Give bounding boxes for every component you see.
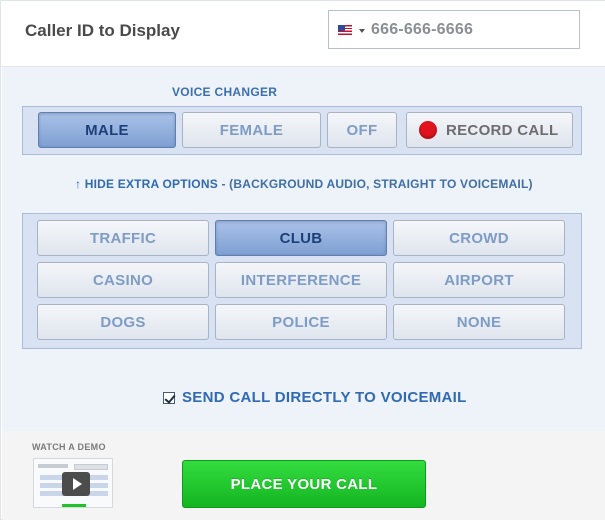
options-panel: VOICE CHANGER MALE FEMALE OFF RECORD CAL…: [2, 67, 605, 431]
background-audio-group: TRAFFIC CLUB CROWD CASINO INTERFERENCE A…: [22, 213, 582, 349]
record-dot-icon: [419, 121, 437, 139]
voice-changer-title: VOICE CHANGER: [172, 85, 278, 99]
voicemail-option[interactable]: SEND CALL DIRECTLY TO VOICEMAIL: [163, 389, 467, 406]
bg-club-button[interactable]: CLUB: [215, 220, 387, 256]
demo-video-thumbnail[interactable]: [33, 458, 113, 508]
footer-area: WATCH A DEMO PLACE YOUR CALL: [2, 431, 605, 520]
extra-options-row: ↑ HIDE EXTRA OPTIONS - (BACKGROUND AUDIO…: [75, 177, 533, 191]
us-flag-icon[interactable]: [338, 25, 352, 35]
play-icon[interactable]: [62, 472, 90, 496]
caller-id-row: Caller ID to Display 666-666-6666: [1, 1, 605, 67]
bg-police-button[interactable]: POLICE: [215, 304, 387, 340]
caller-id-label: Caller ID to Display: [25, 21, 180, 40]
bg-none-button[interactable]: NONE: [393, 304, 565, 340]
bg-interference-button[interactable]: INTERFERENCE: [215, 262, 387, 298]
voice-female-button[interactable]: FEMALE: [182, 112, 321, 148]
extra-options-note: - (BACKGROUND AUDIO, STRAIGHT TO VOICEMA…: [217, 177, 533, 191]
caller-id-input[interactable]: 666-666-6666: [328, 10, 580, 49]
bg-airport-button[interactable]: AIRPORT: [393, 262, 565, 298]
call-form: Caller ID to Display 666-666-6666 VOICE …: [0, 0, 605, 520]
voice-male-button[interactable]: MALE: [38, 112, 176, 148]
watch-demo-label: WATCH A DEMO: [32, 442, 106, 452]
voicemail-label[interactable]: SEND CALL DIRECTLY TO VOICEMAIL: [182, 389, 467, 406]
bg-casino-button[interactable]: CASINO: [37, 262, 209, 298]
chevron-down-icon[interactable]: [359, 29, 365, 33]
voicemail-checkbox[interactable]: [163, 391, 175, 404]
voice-off-button[interactable]: OFF: [327, 112, 397, 148]
bg-traffic-button[interactable]: TRAFFIC: [37, 220, 209, 256]
hide-extra-options-link[interactable]: ↑ HIDE EXTRA OPTIONS: [75, 177, 218, 191]
bg-crowd-button[interactable]: CROWD: [393, 220, 565, 256]
place-call-button[interactable]: PLACE YOUR CALL: [182, 460, 426, 508]
caller-id-value[interactable]: 666-666-6666: [371, 21, 473, 39]
record-call-button[interactable]: RECORD CALL: [406, 112, 573, 148]
bg-dogs-button[interactable]: DOGS: [37, 304, 209, 340]
voice-changer-group: MALE FEMALE OFF RECORD CALL: [22, 106, 582, 155]
record-call-label: RECORD CALL: [446, 121, 559, 139]
